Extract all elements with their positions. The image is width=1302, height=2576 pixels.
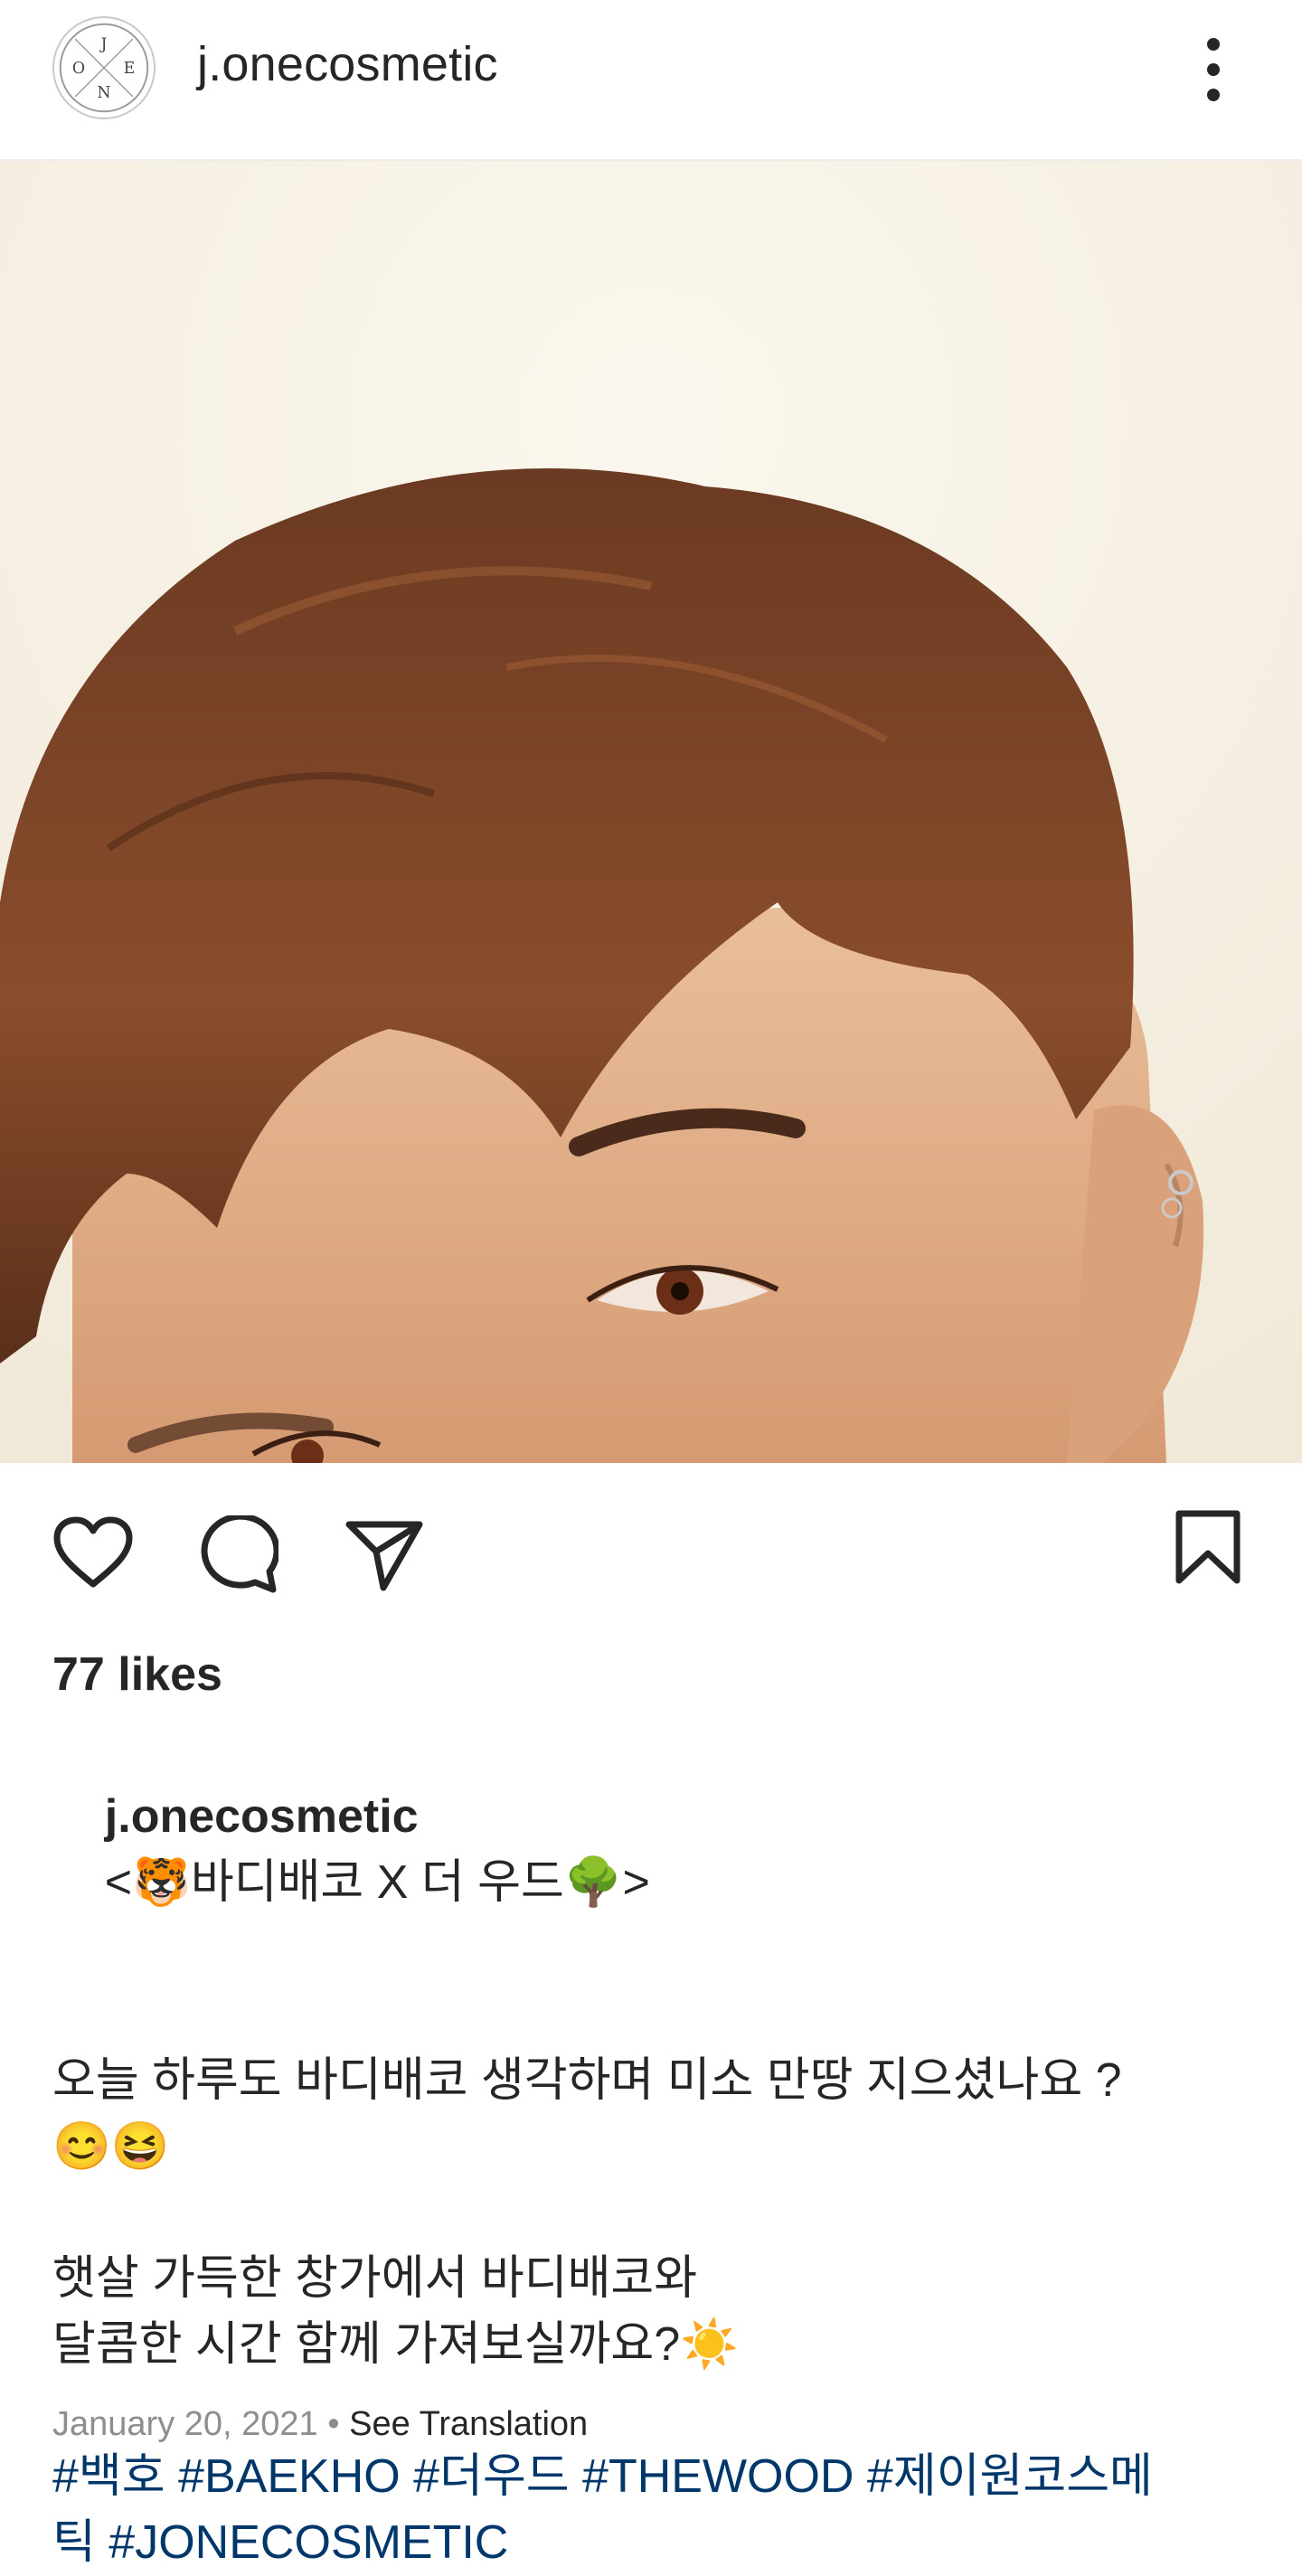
hashtags-line-1[interactable]: #백호 #BAEKHO #더우드 #THEWOOD #제이원코스메 <box>52 2444 1255 2510</box>
hashtags-line-2[interactable]: 틱 #JONECOSMETIC <box>52 2510 1255 2576</box>
like-heart-icon[interactable] <box>52 1515 134 1590</box>
see-translation-link[interactable]: See Translation <box>349 2405 588 2443</box>
jone-logo-icon: J O E N <box>59 23 149 113</box>
logo-letter-j: J <box>99 36 108 54</box>
logo-letter-e: E <box>124 60 136 78</box>
logo-letter-o: O <box>72 60 85 78</box>
meta-separator: • <box>327 2405 340 2443</box>
likes-count[interactable]: 77 likes <box>52 1647 222 1702</box>
post-meta: January 20, 2021 • See Translation <box>52 2405 588 2444</box>
save-bookmark-icon[interactable] <box>1174 1508 1242 1586</box>
caption-line-2: 😊😆 <box>52 2120 170 2173</box>
caption-username[interactable]: j.onecosmetic <box>105 1790 419 1843</box>
caption-line-1: 오늘 하루도 바디배코 생각하며 미소 만땅 지으셨나요 ? <box>52 2054 1122 2107</box>
comment-icon[interactable] <box>197 1515 278 1593</box>
caption-title: <🐯바디배코 X 더 우드🌳> <box>104 1856 650 1909</box>
caption-line-3: 햇살 가득한 창가에서 바디배코와 <box>52 2252 698 2305</box>
post-date: January 20, 2021 <box>52 2405 318 2443</box>
caption-blank <box>52 2180 1255 2246</box>
caption-blank <box>52 1982 1255 2048</box>
profile-avatar[interactable]: J O E N <box>52 16 156 119</box>
caption-line-4: 달콤한 시간 함께 가져보실까요?☀️ <box>52 2318 739 2371</box>
post-header: J O E N j.onecosmetic <box>0 0 1302 161</box>
header-username[interactable]: j.onecosmetic <box>197 36 498 92</box>
share-paper-plane-icon[interactable] <box>344 1517 425 1591</box>
more-options-icon[interactable] <box>1184 29 1242 110</box>
portrait-photo <box>0 161 1302 1463</box>
post-caption: j.onecosmetic <🐯바디배코 X 더 우드🌳> 오늘 하루도 바디배… <box>52 1718 1255 2576</box>
post-image[interactable] <box>0 161 1302 1463</box>
logo-letter-n: N <box>97 84 110 102</box>
post-actions <box>0 1463 1302 1644</box>
